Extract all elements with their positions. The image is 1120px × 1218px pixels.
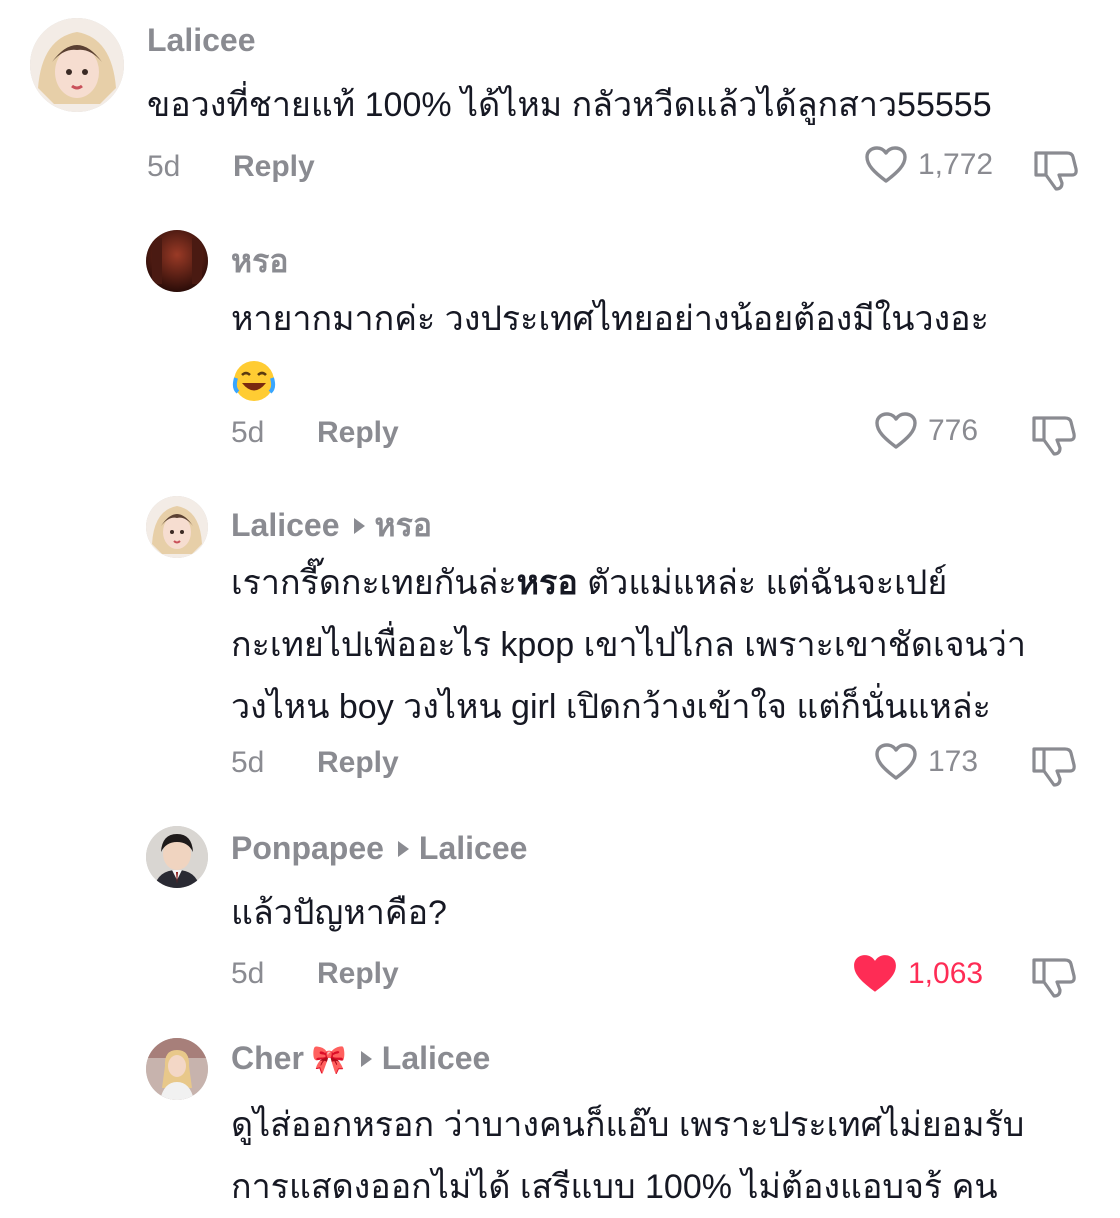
author-name: Ponpapee bbox=[231, 830, 384, 866]
heart-outline-icon bbox=[865, 146, 907, 183]
reply-to-name: Lalicee bbox=[418, 830, 528, 866]
like-count: 1,772 bbox=[918, 148, 994, 181]
dislike-button[interactable] bbox=[1032, 145, 1080, 198]
reply-to-name: Lalicee bbox=[381, 1040, 491, 1076]
comment-meta: 5d Reply bbox=[231, 416, 399, 450]
reply-arrow-icon bbox=[397, 841, 409, 858]
like-button[interactable]: 1,772 bbox=[864, 145, 993, 185]
comment-text: ขอวงที่ชายแท้ 100% ได้ไหม กลัวหวีดแล้วได… bbox=[147, 74, 992, 136]
avatar[interactable] bbox=[30, 18, 124, 112]
thumbs-down-icon bbox=[1032, 958, 1076, 998]
mention-link[interactable]: หรอ bbox=[517, 564, 578, 602]
avatar[interactable] bbox=[146, 826, 208, 888]
reply-arrow-icon bbox=[360, 1051, 372, 1068]
comment-time: 5d bbox=[231, 957, 265, 990]
reply-to-name: หรอ bbox=[374, 507, 433, 543]
comment-text-line: เรากรี๊ดกะเทยกันล่ะหรอ ตัวแม่แหล่ะ แต่ฉั… bbox=[231, 552, 1111, 614]
comment-text: เรากรี๊ดกะเทยกันล่ะหรอ ตัวแม่แหล่ะ แต่ฉั… bbox=[231, 552, 1111, 738]
comment-author[interactable]: Lalicee bbox=[147, 22, 256, 59]
thumbs-down-icon bbox=[1034, 151, 1078, 191]
like-count: 1,063 bbox=[908, 957, 984, 990]
thumbs-down-icon bbox=[1032, 416, 1076, 456]
ribbon-emoji-icon: 🎀 bbox=[311, 1044, 347, 1075]
heart-outline-icon bbox=[875, 743, 917, 780]
like-button[interactable]: 173 bbox=[874, 742, 978, 782]
author-name: หรอ bbox=[231, 243, 289, 279]
comment-text-line: แล้วปัญหาคือ? bbox=[231, 894, 447, 932]
laughing-emoji-icon bbox=[231, 348, 1091, 410]
dislike-button[interactable] bbox=[1030, 410, 1078, 463]
author-name: Lalicee bbox=[231, 507, 340, 543]
reply-button[interactable]: Reply bbox=[317, 957, 399, 991]
avatar[interactable] bbox=[146, 1038, 208, 1100]
comment-meta: 5d Reply bbox=[147, 150, 315, 184]
comment-text-line: หายากมากค่ะ วงประเทศไทยอย่างน้อยต้องมีใน… bbox=[231, 300, 989, 338]
like-count: 776 bbox=[928, 414, 979, 447]
comment-meta: 5d Reply bbox=[231, 957, 399, 991]
reply-button[interactable]: Reply bbox=[317, 416, 399, 450]
comment-author[interactable]: Ponpapee Lalicee bbox=[231, 830, 527, 867]
like-button[interactable]: 776 bbox=[874, 411, 978, 451]
comment-text: หายากมากค่ะ วงประเทศไทยอย่างน้อยต้องมีใน… bbox=[231, 288, 1091, 410]
like-count: 173 bbox=[928, 745, 979, 778]
avatar[interactable] bbox=[146, 496, 208, 558]
reply-button[interactable]: Reply bbox=[233, 150, 315, 184]
comment-text-line: วงไหน boy วงไหน girl เปิดกว้างเข้าใจ แต่… bbox=[231, 688, 991, 726]
heart-outline-icon bbox=[875, 412, 917, 449]
dislike-button[interactable] bbox=[1030, 952, 1078, 1005]
comment-time: 5d bbox=[147, 150, 181, 183]
comment-author[interactable]: Lalicee หรอ bbox=[231, 500, 432, 551]
comment-text-line: กะเทยไปเพื่ออะไร kpop เขาไปไกล เพราะเขาช… bbox=[231, 626, 1026, 664]
text-segment: ตัวแม่แหล่ะ แต่ฉันจะเปย์ bbox=[577, 564, 948, 602]
dislike-button[interactable] bbox=[1030, 741, 1078, 794]
author-name: Cher bbox=[231, 1040, 304, 1076]
author-name: Lalicee bbox=[147, 22, 256, 58]
reply-arrow-icon bbox=[353, 518, 365, 535]
comment-text: ดูไส่ออกหรอก ว่าบางคนก็แอ๊บ เพราะประเทศไ… bbox=[231, 1094, 1111, 1218]
comment-author[interactable]: Cher 🎀 Lalicee bbox=[231, 1040, 490, 1077]
comment-text-line: ขอวงที่ชายแท้ 100% ได้ไหม กลัวหวีดแล้วได… bbox=[147, 86, 992, 124]
comment-meta: 5d Reply bbox=[231, 746, 399, 780]
heart-filled-icon bbox=[854, 955, 896, 992]
comment-author[interactable]: หรอ bbox=[231, 236, 289, 287]
comment-text-line: ดูไส่ออกหรอก ว่าบางคนก็แอ๊บ เพราะประเทศไ… bbox=[231, 1106, 1025, 1144]
reply-button[interactable]: Reply bbox=[317, 746, 399, 780]
like-button[interactable]: 1,063 bbox=[852, 953, 983, 995]
comment-text-line: การแสดงออกไม่ได้ เสรีแบบ 100% ไม่ต้องแอบ… bbox=[231, 1168, 998, 1206]
comment-time: 5d bbox=[231, 416, 265, 449]
comment-text: แล้วปัญหาคือ? bbox=[231, 882, 447, 944]
comment-time: 5d bbox=[231, 746, 265, 779]
text-segment: เรากรี๊ดกะเทยกันล่ะ bbox=[231, 564, 517, 602]
thumbs-down-icon bbox=[1032, 747, 1076, 787]
avatar[interactable] bbox=[146, 230, 208, 292]
